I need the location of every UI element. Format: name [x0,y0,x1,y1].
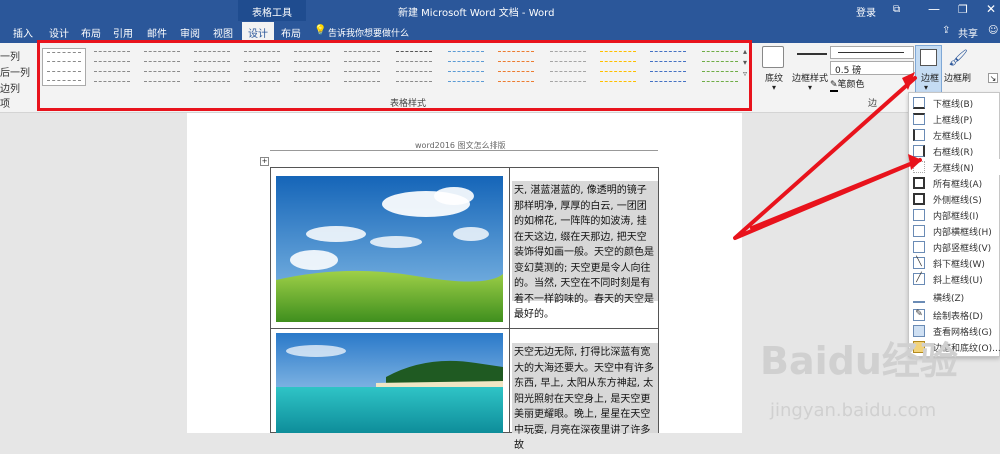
watermark-url: jingyan.baidu.com [770,400,937,421]
red-arrow-path [733,76,922,240]
watermark-brand: Baidu经验 [760,339,958,383]
